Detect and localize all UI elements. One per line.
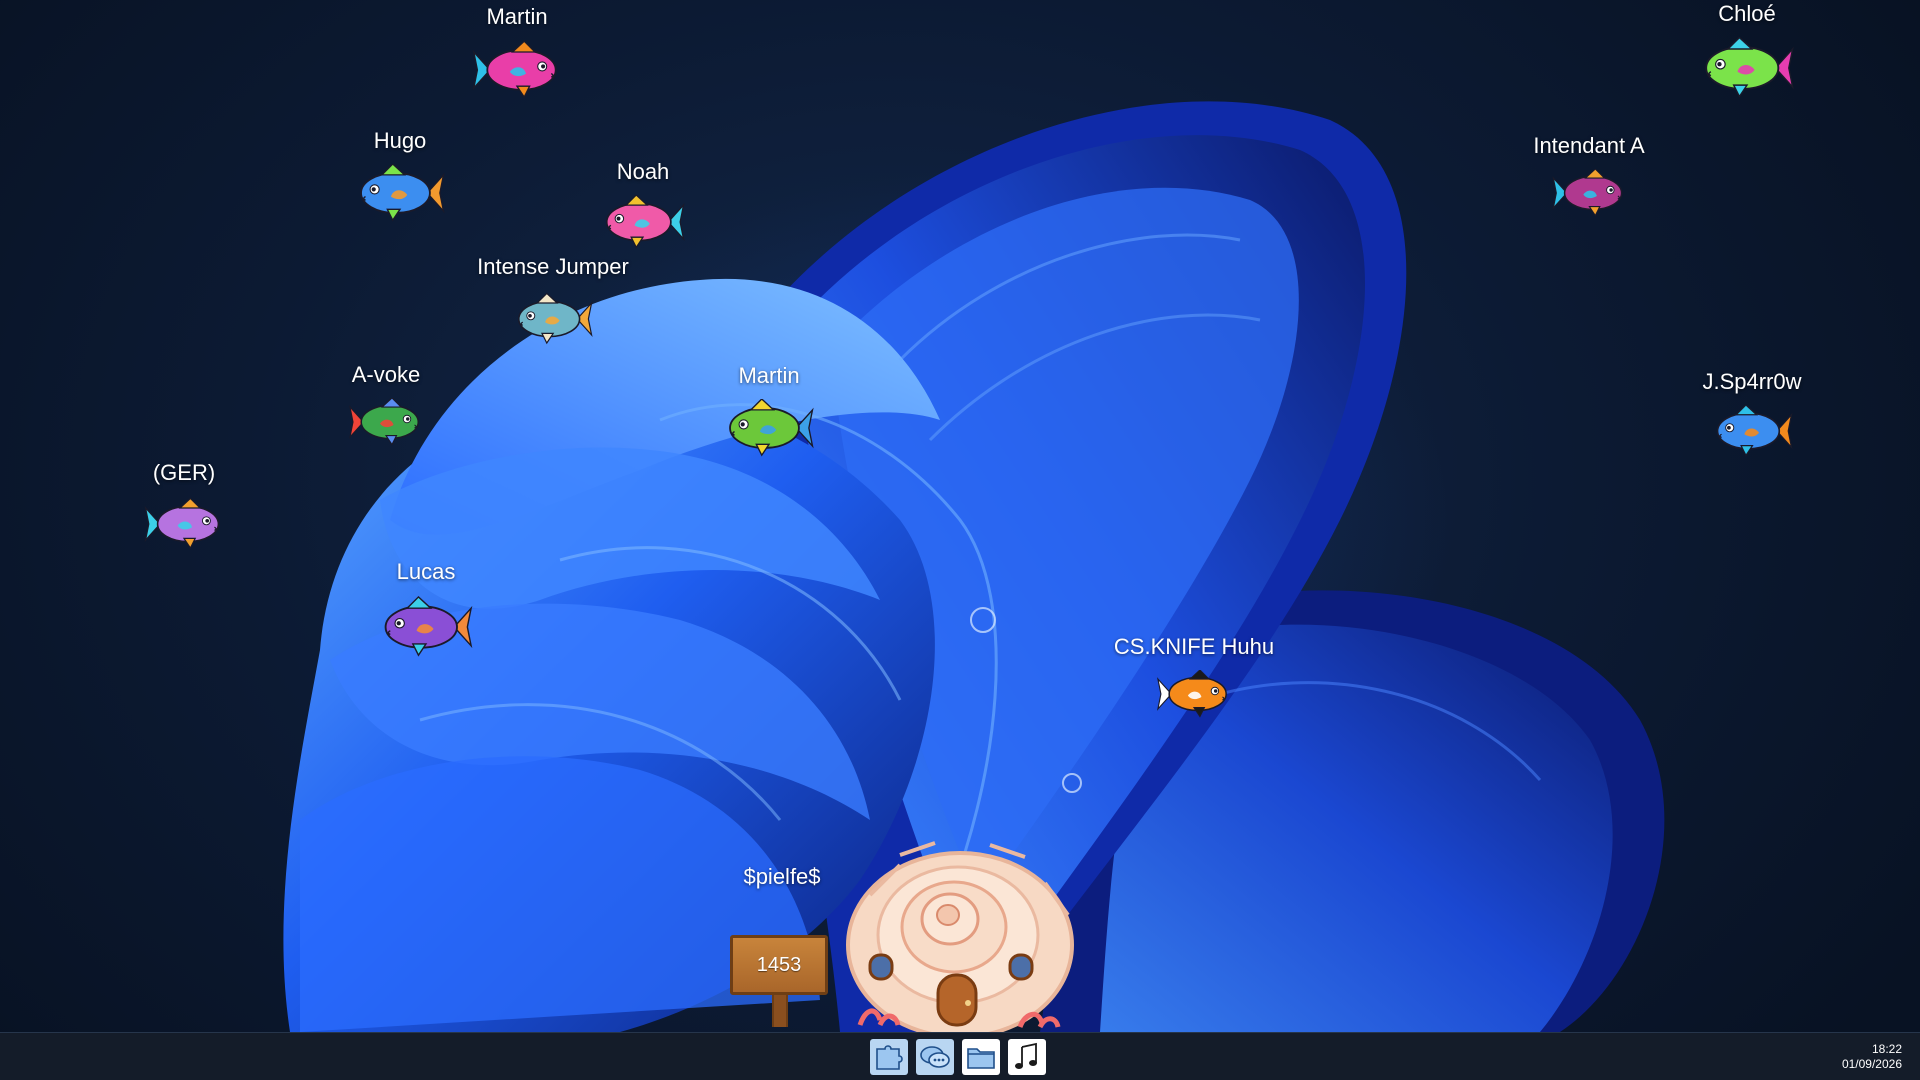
- clock-date: 01/09/2026: [1841, 1057, 1902, 1071]
- score-sign: 1453: [730, 935, 830, 1027]
- fish-avatar[interactable]: Noah: [597, 159, 689, 249]
- shell-house-icon[interactable]: [840, 835, 1080, 1032]
- fish-sprite-icon: [349, 398, 419, 446]
- fish-avatar[interactable]: Martin: [472, 4, 562, 100]
- sign-owner-name: $pielfe$: [743, 864, 821, 889]
- fish-name-label: Martin: [738, 363, 800, 388]
- fish-sprite-icon: [1157, 670, 1227, 718]
- taskbar-chat-button[interactable]: [916, 1039, 954, 1075]
- fish-name-label: (GER): [152, 460, 216, 485]
- fish-sprite-icon: [360, 164, 445, 222]
- bubble: [970, 607, 996, 633]
- taskbar-music-button[interactable]: [1008, 1039, 1046, 1075]
- sign-value: 1453: [730, 935, 828, 995]
- fish-sprite-icon: [144, 497, 220, 550]
- fish-avatar[interactable]: CS.KNIFE Huhu: [1114, 634, 1274, 718]
- fish-sprite-icon: [517, 292, 593, 345]
- taskbar-folder-button[interactable]: [962, 1039, 1000, 1075]
- fish-sprite-icon: [384, 595, 473, 657]
- fish-name-label: Hugo: [373, 128, 427, 153]
- fish-avatar[interactable]: Hugo: [348, 128, 453, 222]
- taskbar-apps: [870, 1039, 1046, 1075]
- fish-avatar[interactable]: J.Sp4rr0w: [1702, 369, 1802, 457]
- fish-sprite-icon: [729, 399, 814, 457]
- fish-sprite-icon: [605, 195, 685, 249]
- taskbar: 18:22 01/09/2026: [0, 1032, 1920, 1080]
- fish-name-label: A-voke: [351, 362, 421, 387]
- fish-name-label: Lucas: [396, 559, 456, 584]
- fish-avatar[interactable]: A-voke: [345, 362, 427, 446]
- sign-post: [772, 995, 788, 1027]
- fish-name-label: Martin: [486, 4, 548, 29]
- fish-name-label: Noah: [616, 159, 670, 184]
- fish-name-label: CS.KNIFE Huhu: [1113, 634, 1275, 659]
- fish-name-label: Chloé: [1718, 1, 1776, 26]
- fish-sprite-icon: [472, 40, 557, 99]
- taskbar-puzzle-button[interactable]: [870, 1039, 908, 1075]
- fish-avatar[interactable]: Martin: [721, 363, 817, 457]
- clock-time: 18:22: [1871, 1042, 1902, 1056]
- taskbar-clock[interactable]: 18:22 01/09/2026: [1842, 1042, 1902, 1072]
- fish-avatar[interactable]: Lucas: [379, 559, 473, 659]
- fish-avatar[interactable]: Intendant A: [1533, 133, 1645, 217]
- fish-name-label: Intense Jumper: [477, 254, 629, 279]
- fish-sprite-icon: [1716, 405, 1793, 457]
- puzzle-icon: [876, 1045, 903, 1070]
- desktop: Martin Chloé Hugo Noah Intendant A Inten…: [0, 0, 1920, 1032]
- bubble: [1062, 773, 1082, 793]
- fish-sprite-icon: [1552, 169, 1622, 217]
- fish-avatar[interactable]: (GER): [144, 460, 224, 552]
- fish-sprite-icon: [1705, 37, 1794, 98]
- music-icon: [1015, 1042, 1037, 1069]
- fish-name-label: Intendant A: [1533, 133, 1645, 158]
- folder-icon: [967, 1048, 995, 1069]
- fish-avatar[interactable]: Chloé: [1700, 1, 1795, 99]
- fish-avatar[interactable]: Intense Jumper: [477, 254, 629, 348]
- chat-icon: [920, 1046, 950, 1068]
- fish-name-label: J.Sp4rr0w: [1702, 369, 1802, 394]
